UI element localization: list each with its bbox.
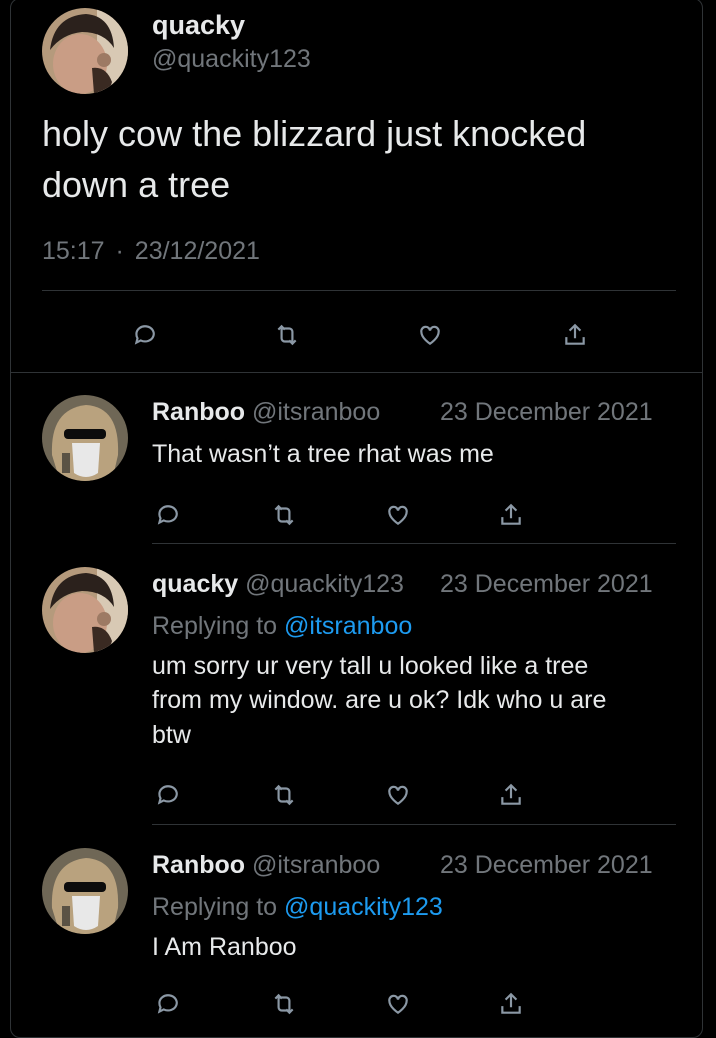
like-icon	[388, 505, 408, 525]
reply-2-date[interactable]: 23 December 2021	[440, 570, 653, 599]
like-button[interactable]	[416, 321, 444, 349]
reply-1-date[interactable]: 23 December 2021	[440, 398, 653, 427]
main-tweet-text-line-1: holy cow the blizzard just knocked	[42, 113, 587, 154]
share-icon	[501, 503, 521, 525]
retweet-icon	[274, 993, 294, 1015]
reply-3-header: Ranboo @itsranboo	[152, 851, 380, 880]
reply-icon	[134, 325, 155, 345]
reply-1-retweet-button[interactable]	[270, 501, 298, 529]
share-icon	[565, 323, 585, 345]
reply-button[interactable]	[130, 321, 158, 349]
reply-1-divider	[152, 543, 676, 544]
reply-2-text-line-1: um sorry ur very tall u looked like a tr…	[152, 652, 589, 680]
reply-1-display-name[interactable]: Ranboo	[152, 398, 245, 426]
reply-3-display-name[interactable]: Ranboo	[152, 851, 245, 879]
avatar-ranboo[interactable]	[42, 395, 128, 481]
reply-3-replying-to: Replying to @quackity123	[152, 893, 443, 922]
separator-dot: ·	[115, 237, 124, 265]
reply-3-reply-button[interactable]	[153, 990, 181, 1018]
retweet-icon	[274, 784, 294, 806]
main-tweet-text-line-2: down a tree	[42, 164, 231, 205]
reply-icon	[157, 994, 178, 1014]
share-icon	[501, 992, 521, 1014]
avatar-ranboo[interactable]	[42, 848, 128, 934]
reply-icon	[157, 505, 178, 525]
section-divider	[11, 372, 702, 373]
main-date[interactable]: 23/12/2021	[135, 237, 260, 265]
like-icon	[388, 785, 408, 805]
reply-1-reply-button[interactable]	[153, 501, 181, 529]
reply-2-like-button[interactable]	[384, 781, 412, 809]
reply-3-share-button[interactable]	[497, 990, 525, 1018]
replying-to-link[interactable]: @itsranboo	[284, 612, 412, 640]
reply-3-date[interactable]: 23 December 2021	[440, 851, 653, 880]
reply-2-replying-to: Replying to @itsranboo	[152, 612, 412, 641]
reply-icon	[157, 785, 178, 805]
avatar-quacky[interactable]	[42, 567, 128, 653]
retweet-icon	[277, 324, 297, 346]
main-divider	[42, 290, 676, 291]
share-icon	[501, 783, 521, 805]
like-icon	[420, 325, 440, 345]
main-timestamp: 15:17 · 23/12/2021	[42, 237, 260, 266]
reply-3-retweet-button[interactable]	[270, 990, 298, 1018]
reply-3-handle[interactable]: @itsranboo	[252, 851, 380, 879]
reply-2-reply-button[interactable]	[153, 781, 181, 809]
reply-1-share-button[interactable]	[497, 501, 525, 529]
reply-2-retweet-button[interactable]	[270, 781, 298, 809]
reply-2-divider	[152, 824, 676, 825]
main-handle[interactable]: @quackity123	[152, 45, 311, 74]
reply-2-handle[interactable]: @quackity123	[245, 570, 404, 598]
like-icon	[388, 994, 408, 1014]
main-time[interactable]: 15:17	[42, 237, 105, 265]
reply-1-header: Ranboo @itsranboo	[152, 398, 380, 427]
reply-3-like-button[interactable]	[384, 990, 412, 1018]
reply-1-text: That wasn’t a tree rhat was me	[152, 440, 494, 468]
reply-2-header: quacky @quackity123	[152, 570, 404, 599]
replying-to-label: Replying to	[152, 893, 278, 921]
reply-2-text-line-2: from my window. are u ok? Idk who u are	[152, 686, 607, 714]
reply-3-text: I Am Ranboo	[152, 933, 297, 961]
main-display-name[interactable]: quacky	[152, 10, 245, 41]
share-button[interactable]	[561, 321, 589, 349]
reply-2-text-line-3: btw	[152, 721, 191, 749]
retweet-icon	[274, 504, 294, 526]
reply-2-share-button[interactable]	[497, 781, 525, 809]
retweet-button[interactable]	[273, 321, 301, 349]
replying-to-label: Replying to	[152, 612, 278, 640]
replying-to-link[interactable]: @quackity123	[284, 893, 443, 921]
reply-1-like-button[interactable]	[384, 501, 412, 529]
avatar-quacky[interactable]	[42, 8, 128, 94]
reply-1-handle[interactable]: @itsranboo	[252, 398, 380, 426]
reply-2-display-name[interactable]: quacky	[152, 570, 238, 598]
